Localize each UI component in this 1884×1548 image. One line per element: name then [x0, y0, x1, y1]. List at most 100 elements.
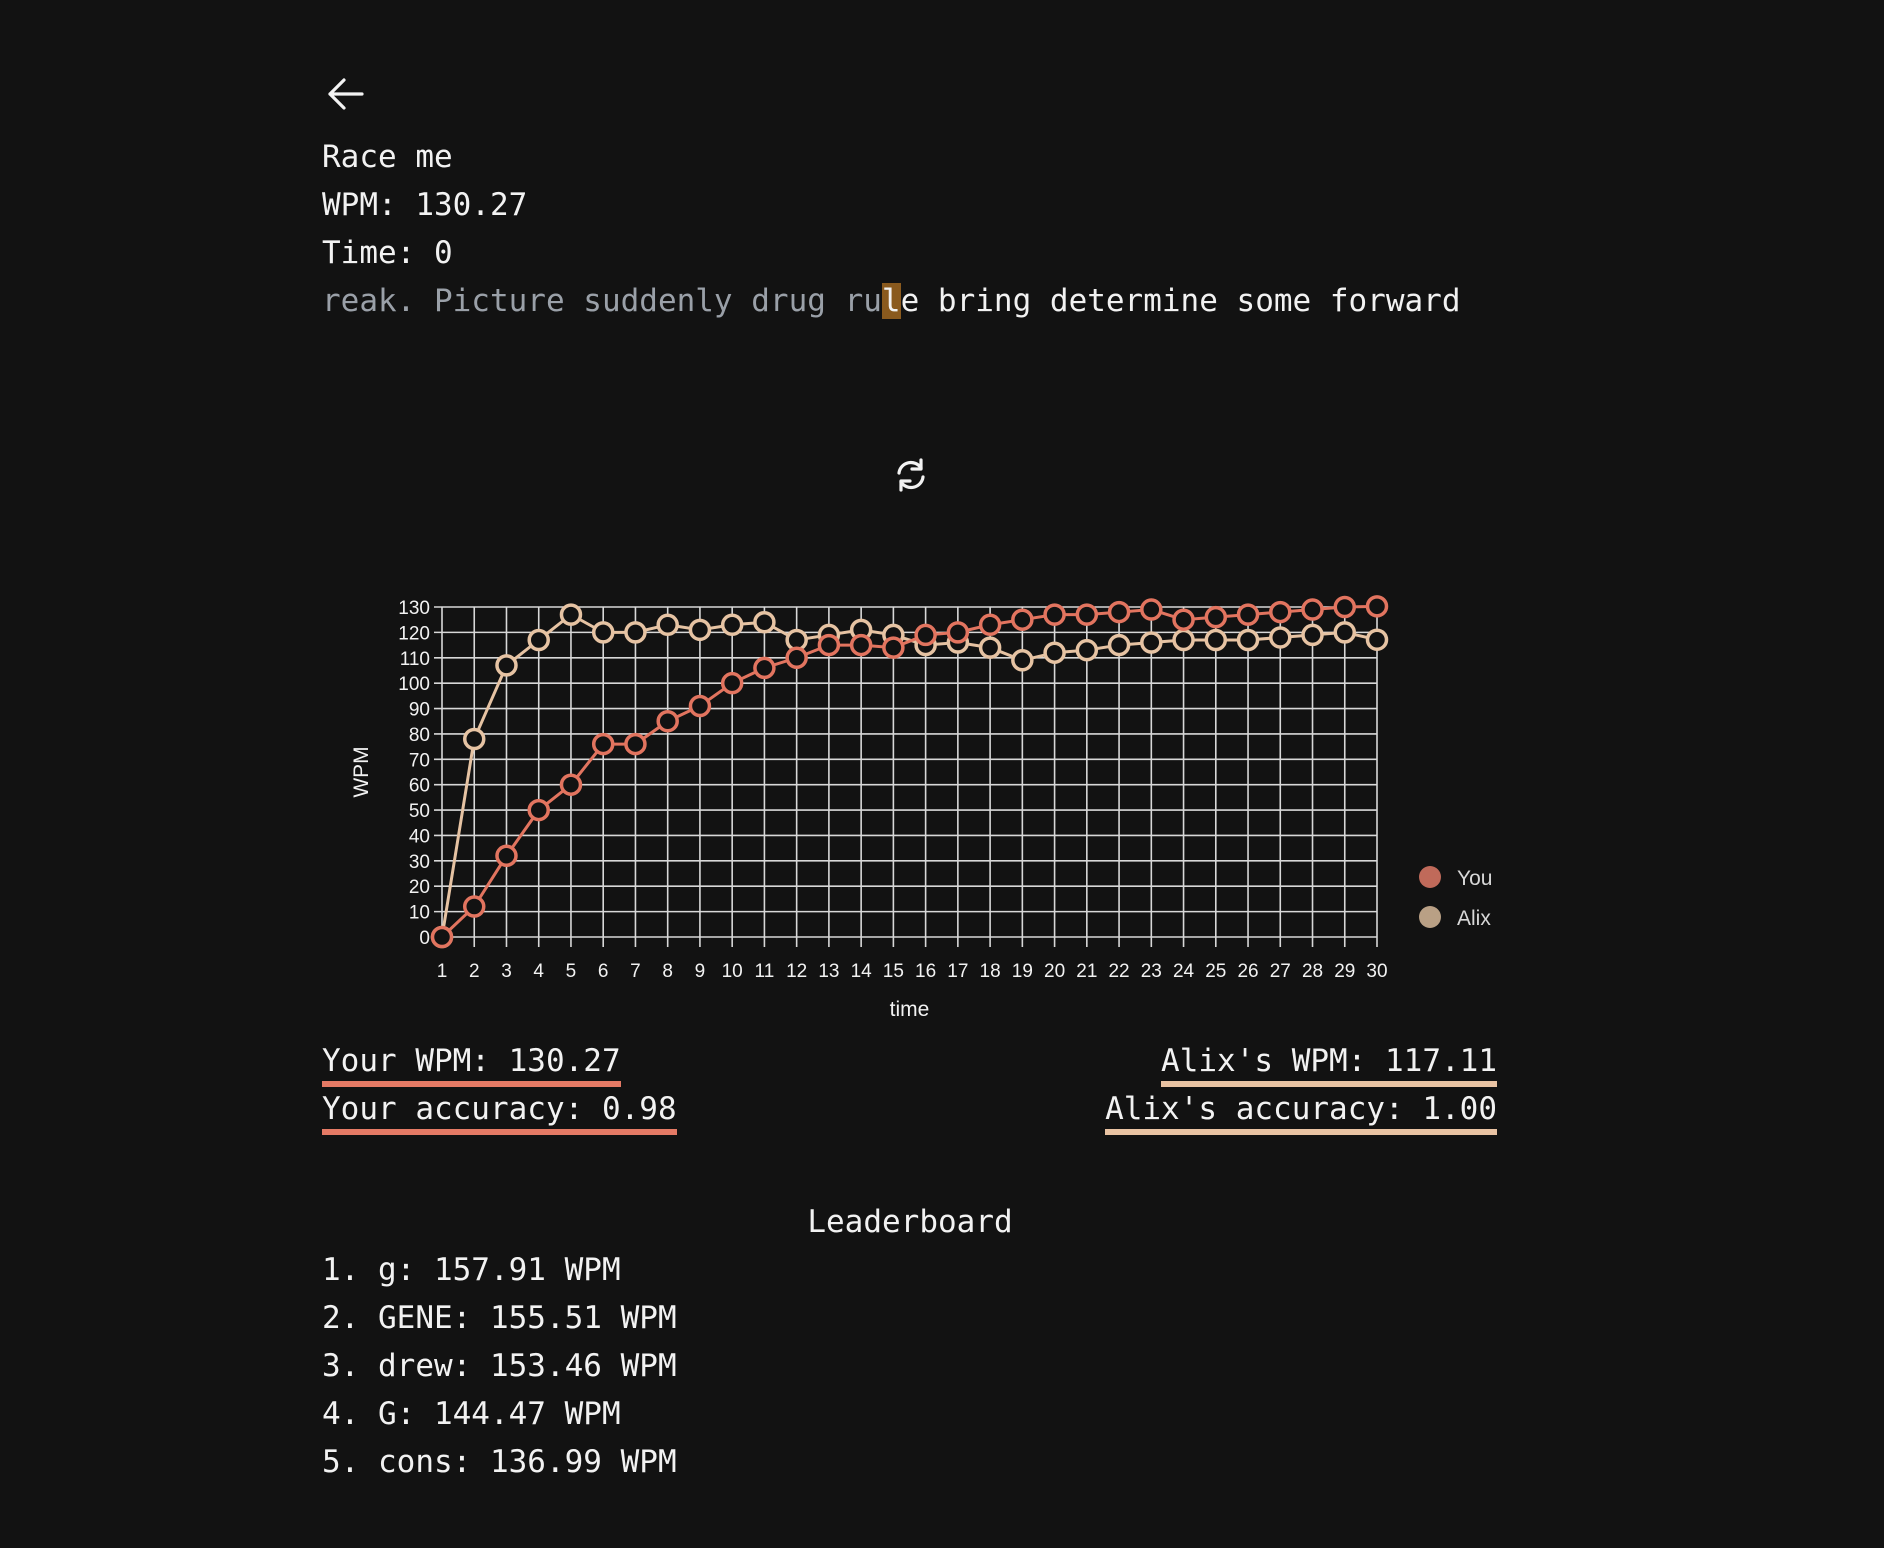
- legend-label-you: You: [1457, 867, 1492, 890]
- data-point-you: [978, 613, 1002, 637]
- x-tick-label: 25: [1205, 961, 1226, 982]
- data-point-alix: [1075, 638, 1099, 662]
- x-tick-label: 7: [630, 961, 641, 982]
- x-tick-label: 10: [722, 961, 743, 982]
- wpm-chart: 01020304050607080901001101201301 2 3 4 5 6 7 8 9…: [350, 595, 1492, 1021]
- x-tick-label: 9: [695, 961, 706, 982]
- alix-wpm: Alix's WPM: 117.11: [1161, 1041, 1497, 1087]
- data-point-you: [1140, 598, 1163, 621]
- data-point-you: [720, 671, 744, 695]
- data-point-you: [624, 732, 647, 756]
- data-point-alix: [1172, 628, 1195, 652]
- x-tick-label: 3: [501, 961, 512, 982]
- y-tick-label: 60: [409, 776, 430, 797]
- data-point-alix: [1236, 628, 1260, 652]
- data-point-you: [1269, 600, 1292, 624]
- y-tick-label: 100: [398, 674, 430, 695]
- data-point-you: [1011, 608, 1034, 631]
- data-point-you: [753, 656, 776, 680]
- x-tick-label: 23: [1141, 961, 1162, 982]
- x-tick-label: 5: [566, 961, 577, 982]
- data-point-you: [1043, 603, 1066, 626]
- data-point-you: [914, 623, 937, 647]
- data-point-you: [882, 636, 905, 659]
- data-point-you: [1236, 603, 1260, 626]
- series-line-alix: [440, 612, 1378, 938]
- data-point-alix: [1365, 628, 1389, 651]
- x-tick-label: 13: [818, 961, 839, 982]
- data-point-you: [1301, 598, 1324, 621]
- data-point-alix: [1301, 623, 1324, 647]
- data-point-you: [495, 844, 518, 868]
- data-point-alix: [656, 613, 679, 637]
- y-tick-label: 40: [409, 826, 430, 847]
- leaderboard-entry: 1. g: 157.91 WPM: [322, 1252, 621, 1288]
- x-tick-label: 17: [947, 961, 968, 982]
- x-tick-label: 21: [1076, 961, 1097, 982]
- x-tick-label: 29: [1334, 961, 1355, 982]
- data-point-you: [946, 621, 970, 644]
- y-tick-label: 0: [419, 928, 430, 949]
- x-tick-label: 1: [437, 961, 448, 982]
- x-tick-label: 6: [598, 961, 609, 982]
- data-point-you: [656, 709, 679, 733]
- series-line-you: [440, 604, 1378, 939]
- data-point-you: [817, 633, 841, 657]
- data-point-you: [430, 925, 454, 949]
- data-point-alix: [527, 628, 550, 652]
- x-tick-label: 26: [1237, 961, 1258, 982]
- leaderboard-entry: 2. GENE: 155.51 WPM: [322, 1300, 677, 1336]
- data-point-alix: [688, 618, 712, 642]
- x-tick-label: 11: [755, 961, 775, 982]
- data-point-you: [688, 694, 712, 718]
- legend-swatch-alix: [1419, 906, 1441, 928]
- alix-accuracy: Alix's accuracy: 1.00: [1105, 1089, 1497, 1135]
- x-axis-label: time: [890, 998, 930, 1021]
- y-tick-label: 70: [409, 750, 430, 771]
- x-tick-label: 8: [662, 961, 673, 982]
- x-tick-label: 20: [1044, 961, 1065, 982]
- data-point-alix: [624, 621, 647, 644]
- x-tick-label: 28: [1302, 961, 1323, 982]
- data-point-alix: [1107, 633, 1131, 657]
- data-point-alix: [462, 727, 486, 751]
- data-point-you: [1333, 595, 1357, 619]
- y-tick-label: 50: [409, 801, 430, 822]
- data-point-alix: [1140, 631, 1163, 654]
- x-tick-label: 2: [469, 961, 480, 982]
- y-tick-label: 90: [409, 700, 430, 721]
- data-point-alix: [1204, 628, 1228, 652]
- x-tick-label: 30: [1366, 961, 1387, 982]
- your-wpm: Your WPM: 130.27: [322, 1041, 621, 1087]
- data-point-alix: [720, 613, 744, 637]
- x-tick-label: 14: [851, 961, 873, 982]
- y-tick-label: 20: [409, 877, 430, 898]
- data-point-you: [1172, 608, 1195, 631]
- leaderboard-title: Leaderboard: [807, 1204, 1013, 1240]
- x-tick-label: 18: [980, 961, 1001, 982]
- data-point-alix: [978, 636, 1002, 659]
- x-tick-label: 27: [1270, 961, 1291, 982]
- data-point-alix: [1011, 649, 1034, 672]
- y-tick-label: 110: [400, 649, 430, 670]
- your-accuracy: Your accuracy: 0.98: [322, 1089, 677, 1135]
- leaderboard-entry: 4. G: 144.47 WPM: [322, 1396, 621, 1432]
- x-tick-label: 4: [533, 961, 544, 982]
- data-point-you: [591, 732, 615, 756]
- y-tick-label: 10: [409, 903, 430, 924]
- data-point-alix: [559, 603, 583, 626]
- y-axis-label: WPM: [350, 746, 373, 797]
- legend-label-alix: Alix: [1457, 907, 1491, 930]
- data-point-you: [1107, 600, 1131, 624]
- y-tick-label: 30: [409, 852, 430, 873]
- y-tick-label: 130: [398, 598, 430, 619]
- data-point-alix: [753, 610, 776, 634]
- data-point-you: [527, 798, 550, 822]
- data-point-alix: [1333, 621, 1357, 644]
- data-point-alix: [1043, 641, 1066, 664]
- y-tick-label: 120: [398, 623, 430, 644]
- data-point-you: [785, 646, 808, 670]
- data-point-alix: [495, 654, 518, 677]
- x-tick-label: 16: [915, 961, 936, 982]
- x-tick-label: 12: [786, 961, 807, 982]
